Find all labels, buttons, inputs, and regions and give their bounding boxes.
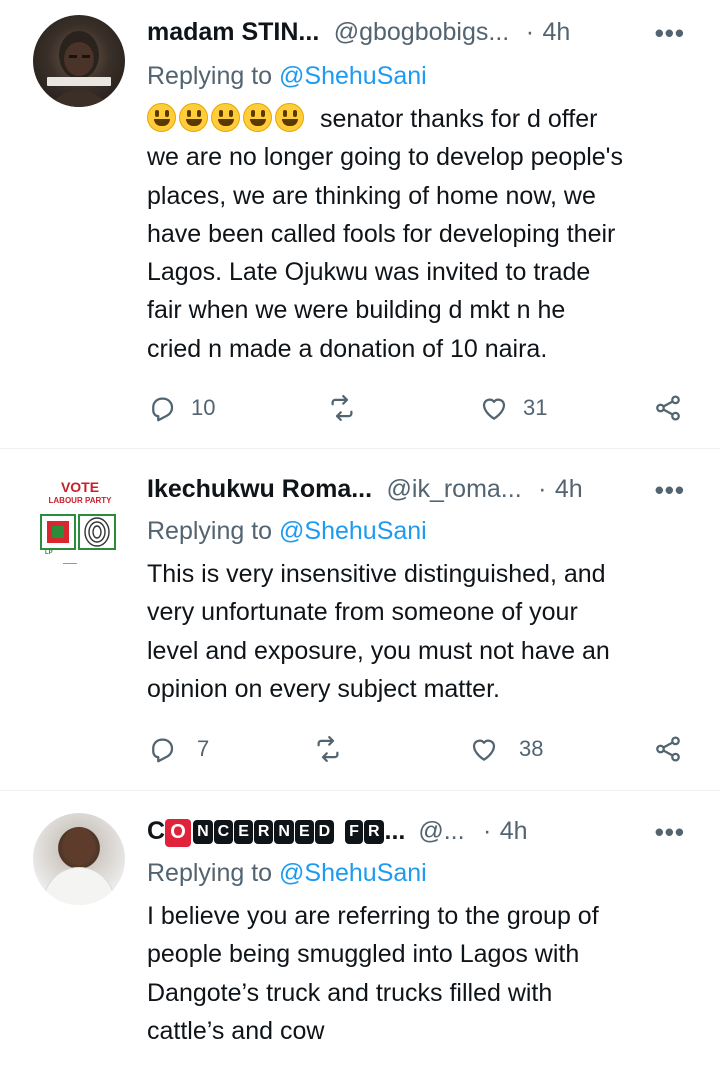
replying-to-label: Replying to bbox=[147, 859, 280, 887]
text-line-content: senator thanks for d offer bbox=[319, 105, 598, 133]
user-handle[interactable]: @... bbox=[418, 817, 464, 845]
text-line: places, we are thinking of home now, we bbox=[147, 181, 596, 210]
tweet-text: senator thanks for d offer we are no lon… bbox=[147, 100, 695, 368]
separator-dot: · bbox=[525, 18, 535, 46]
reply-button[interactable]: 7 bbox=[147, 731, 209, 767]
name-red-box: O bbox=[165, 819, 192, 847]
display-name[interactable]: Ikechukwu Roma... bbox=[147, 475, 372, 503]
name-box: N bbox=[193, 820, 213, 844]
grinning-face-emoji-icon bbox=[243, 103, 272, 132]
tweet-actions: 7 38 bbox=[147, 731, 695, 767]
name-box: N bbox=[274, 820, 294, 844]
mention-link[interactable]: @ShehuSani bbox=[279, 859, 427, 887]
mention-link[interactable]: @ShehuSani bbox=[279, 517, 427, 545]
timestamp[interactable]: 4h bbox=[500, 817, 528, 845]
text-line: fair when we were building d mkt n he bbox=[147, 296, 566, 325]
tweet-actions: 10 31 bbox=[147, 390, 695, 426]
text-line: people being smuggled into Lagos with bbox=[147, 940, 580, 969]
name-ellipsis: ... bbox=[384, 817, 406, 845]
name-box: E bbox=[294, 820, 314, 844]
labour-party-logo-icon bbox=[40, 514, 116, 564]
display-name[interactable]: CONCERNED F R... bbox=[147, 817, 412, 847]
grinning-face-emoji-icon bbox=[147, 103, 176, 132]
tweet-2[interactable]: VOTE LABOUR PARTY LP Ikechukwu Roma... @… bbox=[0, 449, 720, 790]
replying-to: Replying to @ShehuSani bbox=[147, 859, 427, 888]
tweet-header: madam STIN... @gbogbobigs... · 4h bbox=[147, 18, 695, 54]
grinning-face-emoji-icon bbox=[179, 103, 208, 132]
retweet-button[interactable] bbox=[313, 731, 343, 767]
tweet-3[interactable]: CONCERNED F R... @... · 4h ••• Replying t… bbox=[0, 791, 720, 1070]
more-icon[interactable]: ••• bbox=[655, 817, 685, 848]
share-button[interactable] bbox=[653, 731, 683, 767]
name-box: R bbox=[253, 820, 274, 844]
retweet-icon bbox=[317, 736, 339, 762]
share-icon bbox=[656, 395, 680, 421]
replying-to: Replying to @ShehuSani bbox=[147, 62, 427, 91]
reply-icon bbox=[152, 397, 174, 422]
heart-icon bbox=[482, 398, 506, 420]
mention-link[interactable]: @ShehuSani bbox=[279, 62, 427, 90]
replying-to: Replying to @ShehuSani bbox=[147, 517, 427, 546]
display-name[interactable]: madam STIN... bbox=[147, 18, 319, 46]
text-line: Dangote’s truck and trucks filled with bbox=[147, 978, 553, 1007]
text-line: cried n made a donation of 10 naira. bbox=[147, 334, 548, 363]
replying-to-label: Replying to bbox=[147, 517, 280, 545]
avatar-lp-text: LP bbox=[45, 550, 53, 556]
avatar[interactable]: VOTE LABOUR PARTY LP bbox=[33, 477, 125, 569]
retweet-icon bbox=[331, 395, 353, 421]
share-button[interactable] bbox=[653, 390, 683, 426]
timestamp[interactable]: 4h bbox=[555, 475, 583, 503]
tweet-text: This is very insensitive distinguished, … bbox=[147, 555, 695, 708]
avatar-vote-text: VOTE bbox=[60, 479, 100, 495]
heart-icon bbox=[472, 739, 496, 761]
text-line: have been called fools for developing th… bbox=[147, 219, 616, 248]
tweet-header: CONCERNED F R... @... · 4h bbox=[147, 817, 695, 853]
separator-dot: · bbox=[482, 817, 492, 845]
tweet-header: Ikechukwu Roma... @ik_roma... · 4h bbox=[147, 475, 695, 511]
text-line: cattle’s and cow bbox=[147, 1016, 325, 1045]
tweet-1[interactable]: madam STIN... @gbogbobigs... · 4h ••• Re… bbox=[0, 0, 720, 448]
name-box: C bbox=[213, 820, 234, 844]
name-box: E bbox=[234, 820, 253, 844]
text-line: senator thanks for d offer bbox=[147, 100, 695, 138]
more-icon[interactable]: ••• bbox=[655, 18, 685, 49]
grinning-face-emoji-icon bbox=[275, 103, 304, 132]
reply-count: 10 bbox=[191, 395, 216, 420]
name-box: F bbox=[345, 820, 363, 844]
tweet-text: I believe you are referring to the group… bbox=[147, 897, 695, 1050]
name-box: R bbox=[363, 820, 384, 844]
replying-to-label: Replying to bbox=[147, 62, 280, 90]
reply-icon bbox=[152, 738, 174, 763]
text-line: I believe you are referring to the group… bbox=[147, 902, 599, 930]
avatar[interactable] bbox=[33, 15, 125, 107]
name-char: C bbox=[147, 817, 166, 845]
user-handle[interactable]: @gbogbobigs... bbox=[334, 18, 510, 46]
separator-dot: · bbox=[538, 475, 547, 503]
text-line: very unfortunate from someone of your bbox=[147, 598, 578, 627]
like-button[interactable]: 31 bbox=[479, 390, 547, 426]
reply-button[interactable]: 10 bbox=[147, 390, 215, 426]
grinning-face-emoji-icon bbox=[211, 103, 240, 132]
avatar-party-text: LABOUR PARTY bbox=[48, 496, 112, 505]
share-icon bbox=[656, 736, 680, 762]
text-line: Lagos. Late Ojukwu was invited to trade bbox=[147, 258, 591, 287]
like-count: 31 bbox=[523, 395, 548, 420]
retweet-button[interactable] bbox=[327, 390, 357, 426]
like-count: 38 bbox=[519, 736, 544, 761]
user-handle[interactable]: @ik_roma... bbox=[387, 475, 522, 503]
reply-count: 7 bbox=[197, 736, 210, 761]
text-line: This is very insensitive distinguished, … bbox=[147, 560, 606, 588]
text-line: level and exposure, you must not have an bbox=[147, 636, 610, 665]
timestamp[interactable]: 4h bbox=[542, 18, 570, 46]
avatar[interactable] bbox=[33, 813, 125, 905]
name-box: D bbox=[314, 820, 335, 844]
text-line: we are no longer going to develop people… bbox=[147, 143, 623, 172]
more-icon[interactable]: ••• bbox=[655, 475, 685, 506]
text-line: opinion on every subject matter. bbox=[147, 674, 500, 703]
like-button[interactable]: 38 bbox=[469, 731, 543, 767]
